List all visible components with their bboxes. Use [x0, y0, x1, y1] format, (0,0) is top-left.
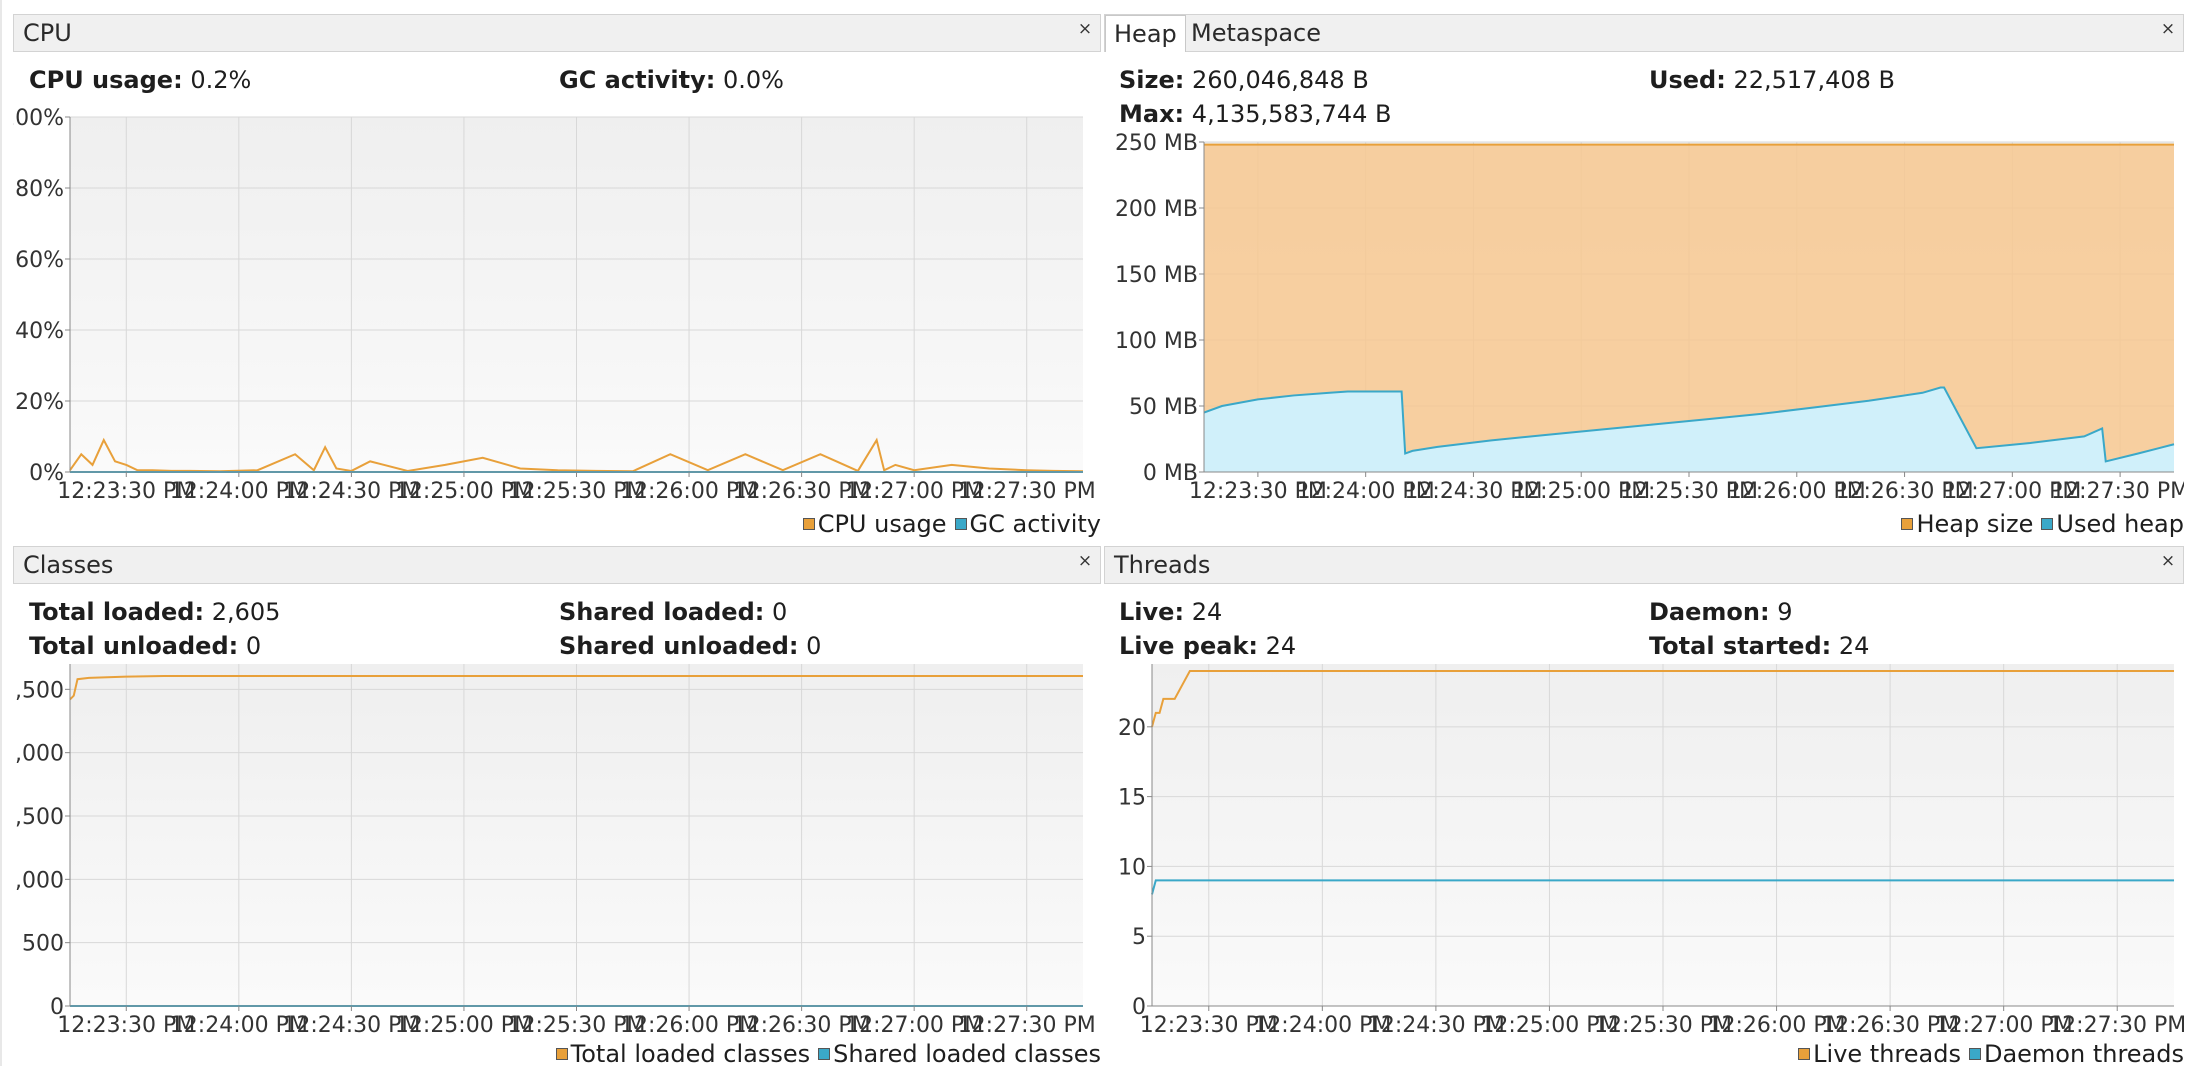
cpu-legend: CPU usage GC activity — [795, 510, 1101, 538]
cpu-chart: 100%80%60%40%20%0%12:23:30 PM12:24:00 PM… — [13, 106, 1096, 504]
legend-heap-size: Heap size — [1901, 510, 2033, 538]
legend-used-heap: Used heap — [2041, 510, 2184, 538]
y-tick-label: 100 MB — [1115, 329, 1198, 354]
legend-shared-loaded: Shared loaded classes — [818, 1040, 1101, 1068]
legend-swatch-orange — [1798, 1048, 1811, 1060]
x-tick-label: 12:27:30 PM — [2048, 1013, 2184, 1036]
legend-label: Heap size — [1916, 510, 2034, 538]
y-tick-label: 15 — [1118, 786, 1146, 811]
x-tick-label: 12:27:30 PM — [2051, 479, 2184, 504]
heap-chart: 250 MB200 MB150 MB100 MB50 MB0 MB12:23:3… — [1115, 131, 2184, 504]
heap-legend: Heap size Used heap — [1893, 510, 2184, 538]
legend-swatch-orange — [802, 518, 815, 530]
legend-cpu-usage: CPU usage — [802, 510, 947, 538]
heap-panel: Heap Metaspace × Size: 260,046,848 B Use… — [1104, 14, 2184, 544]
y-tick-label: 1,500 — [13, 805, 64, 830]
legend-label: Total loaded classes — [570, 1040, 811, 1068]
cpu-panel: CPU × CPU usage: 0.2% GC activity: 0.0% … — [13, 14, 1101, 544]
legend-swatch-blue — [954, 518, 967, 530]
y-tick-label: 60% — [15, 248, 64, 273]
classes-chart: 2,5002,0001,5001,000500012:23:30 PM12:24… — [13, 664, 1096, 1036]
threads-chart: 2015105012:23:30 PM12:24:00 PM12:24:30 P… — [1118, 664, 2184, 1036]
threads-legend: Live threads Daemon threads — [1790, 1040, 2184, 1068]
classes-legend: Total loaded classes Shared loaded class… — [548, 1040, 1101, 1068]
y-tick-label: 5 — [1132, 925, 1146, 950]
y-tick-label: 80% — [15, 177, 64, 202]
y-tick-label: 50 MB — [1129, 395, 1198, 420]
x-tick-label: 12:27:30 PM — [958, 1013, 1096, 1036]
threads-panel: Threads × Live: 24 Daemon: 9 Live peak: … — [1104, 546, 2184, 1068]
y-tick-label: 2,500 — [13, 678, 64, 703]
legend-label: CPU usage — [817, 510, 947, 538]
x-tick-label: 12:27:30 PM — [958, 479, 1096, 504]
legend-total-loaded: Total loaded classes — [555, 1040, 811, 1068]
legend-swatch-blue — [2041, 518, 2054, 530]
y-tick-label: 1,000 — [13, 868, 64, 893]
y-tick-label: 100% — [13, 106, 64, 131]
y-tick-label: 200 MB — [1115, 197, 1198, 222]
y-tick-label: 10 — [1118, 855, 1146, 880]
legend-label: Daemon threads — [1983, 1040, 2184, 1068]
legend-label: GC activity — [969, 510, 1101, 538]
y-tick-label: 40% — [15, 319, 64, 344]
legend-swatch-orange — [1901, 518, 1914, 530]
legend-swatch-orange — [555, 1048, 568, 1060]
y-tick-label: 20% — [15, 390, 64, 415]
legend-gc-activity: GC activity — [954, 510, 1101, 538]
legend-label: Shared loaded classes — [833, 1040, 1101, 1068]
y-tick-label: 20 — [1118, 716, 1146, 741]
window-left-border — [0, 0, 2, 1066]
legend-live-threads: Live threads — [1798, 1040, 1961, 1068]
legend-swatch-blue — [1968, 1048, 1981, 1060]
y-tick-label: 500 — [22, 932, 64, 957]
y-tick-label: 2,000 — [13, 742, 64, 767]
legend-label: Live threads — [1813, 1040, 1961, 1068]
classes-panel: Classes × Total loaded: 2,605 Shared loa… — [13, 546, 1101, 1068]
y-tick-label: 250 MB — [1115, 131, 1198, 156]
legend-swatch-blue — [818, 1048, 831, 1060]
legend-label: Used heap — [2056, 510, 2184, 538]
legend-daemon-threads: Daemon threads — [1968, 1040, 2184, 1068]
y-tick-label: 150 MB — [1115, 263, 1198, 288]
